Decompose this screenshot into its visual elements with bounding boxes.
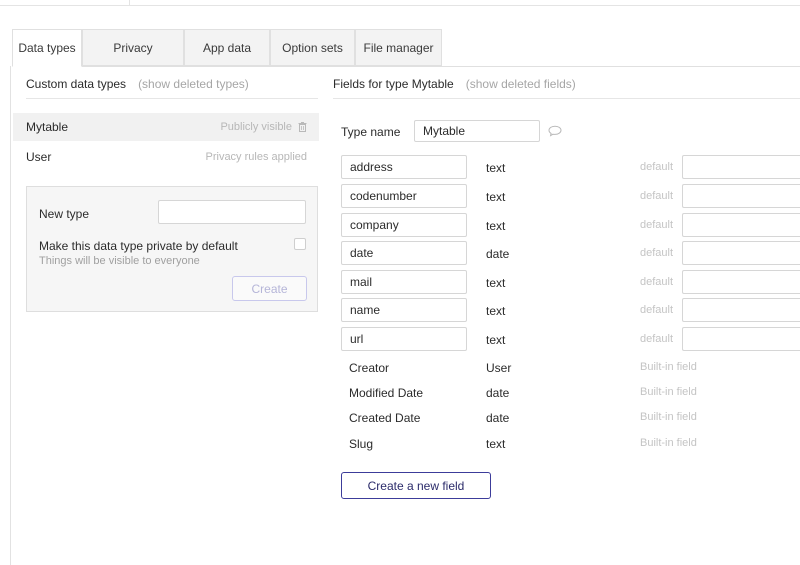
type-row-user[interactable]: User Privacy rules applied (13, 143, 319, 171)
builtin-field-type: date (486, 386, 510, 400)
field-name-input[interactable]: address (341, 155, 467, 179)
type-name-label: Type name (341, 125, 401, 139)
field-type: text (486, 190, 506, 204)
field-row: date date default (341, 241, 800, 265)
new-type-label: New type (39, 207, 90, 221)
type-name: User (26, 150, 52, 164)
field-type: text (486, 333, 506, 347)
custom-types-title: Custom data types (26, 77, 127, 91)
comment-icon[interactable] (548, 125, 562, 140)
tab-data-types[interactable]: Data types (12, 29, 82, 67)
builtin-field-row: Modified Date date Built-in field (341, 386, 800, 404)
tab-file-manager[interactable]: File manager (355, 29, 442, 66)
field-row: url text default (341, 327, 800, 351)
private-default-label: Make this data type private by default (39, 239, 238, 253)
field-row: mail text default (341, 270, 800, 294)
field-type: text (486, 161, 506, 175)
field-name-input[interactable]: url (341, 327, 467, 351)
default-label: default (640, 276, 674, 288)
private-default-hint: Things will be visible to everyone (39, 255, 200, 267)
type-status: Privacy rules applied (205, 151, 308, 163)
builtin-field-note: Built-in field (640, 386, 697, 398)
default-value-input[interactable] (682, 155, 800, 179)
field-type: text (486, 304, 506, 318)
builtin-field-note: Built-in field (640, 361, 697, 373)
default-label: default (640, 190, 674, 202)
create-new-field-button[interactable]: Create a new field (341, 472, 491, 499)
default-value-input[interactable] (682, 241, 800, 265)
private-default-checkbox[interactable] (294, 238, 306, 250)
default-label: default (640, 161, 674, 173)
tab-app-data[interactable]: App data (184, 29, 270, 66)
tab-privacy[interactable]: Privacy (82, 29, 184, 66)
type-name: Mytable (26, 120, 69, 134)
tab-label: Option sets (282, 40, 343, 55)
builtin-field-type: date (486, 411, 510, 425)
default-value-input[interactable] (682, 327, 800, 351)
field-type: date (486, 247, 510, 261)
create-type-button[interactable]: Create (232, 276, 307, 301)
field-name-input[interactable]: date (341, 241, 467, 265)
fields-title: Fields for type Mytable (333, 77, 454, 91)
show-deleted-fields-link[interactable]: (show deleted fields) (466, 77, 576, 91)
builtin-field-type: text (486, 437, 506, 451)
trash-icon[interactable] (298, 122, 307, 132)
field-name-input[interactable]: name (341, 298, 467, 322)
field-type: text (486, 219, 506, 233)
tab-option-sets[interactable]: Option sets (270, 29, 355, 66)
default-label: default (640, 304, 674, 316)
fields-heading: Fields for type Mytable (show deleted fie… (333, 77, 576, 91)
builtin-field-note: Built-in field (640, 411, 697, 423)
builtin-field-name: Slug (349, 437, 374, 451)
field-name-input[interactable]: company (341, 213, 467, 237)
tab-label: Data types (18, 41, 76, 55)
field-row: name text default (341, 298, 800, 322)
divider (26, 98, 318, 99)
left-gutter-line (10, 66, 11, 565)
type-status: Publicly visible (220, 121, 292, 133)
divider (333, 98, 800, 99)
field-row: codenumber text default (341, 184, 800, 208)
top-bar (0, 0, 800, 6)
default-value-input[interactable] (682, 184, 800, 208)
type-name-input[interactable]: Mytable (414, 120, 540, 142)
default-label: default (640, 219, 674, 231)
field-name-input[interactable]: mail (341, 270, 467, 294)
builtin-field-name: Modified Date (349, 386, 424, 400)
builtin-field-row: Slug text Built-in field (341, 437, 800, 455)
default-label: default (640, 247, 674, 259)
builtin-field-type: User (486, 361, 512, 375)
field-type: text (486, 276, 506, 290)
builtin-field-note: Built-in field (640, 437, 697, 449)
default-value-input[interactable] (682, 298, 800, 322)
custom-types-heading: Custom data types (show deleted types) (26, 77, 249, 91)
field-name-input[interactable]: codenumber (341, 184, 467, 208)
top-bar-divider (129, 0, 130, 5)
tab-label: App data (202, 40, 252, 55)
builtin-field-row: Created Date date Built-in field (341, 411, 800, 429)
builtin-field-row: Creator User Built-in field (341, 361, 800, 379)
new-type-input[interactable] (158, 200, 306, 224)
builtin-field-name: Creator (349, 361, 390, 375)
default-value-input[interactable] (682, 213, 800, 237)
tab-label: Privacy (113, 40, 153, 55)
new-type-panel: New type Make this data type private by … (26, 186, 318, 312)
show-deleted-types-link[interactable]: (show deleted types) (138, 77, 249, 91)
field-row: address text default (341, 155, 800, 179)
tab-label: File manager (363, 40, 434, 55)
default-value-input[interactable] (682, 270, 800, 294)
builtin-field-name: Created Date (349, 411, 421, 425)
type-row-mytable[interactable]: Mytable Publicly visible (13, 113, 319, 141)
default-label: default (640, 333, 674, 345)
tabs-baseline (12, 66, 800, 67)
field-row: company text default (341, 213, 800, 237)
